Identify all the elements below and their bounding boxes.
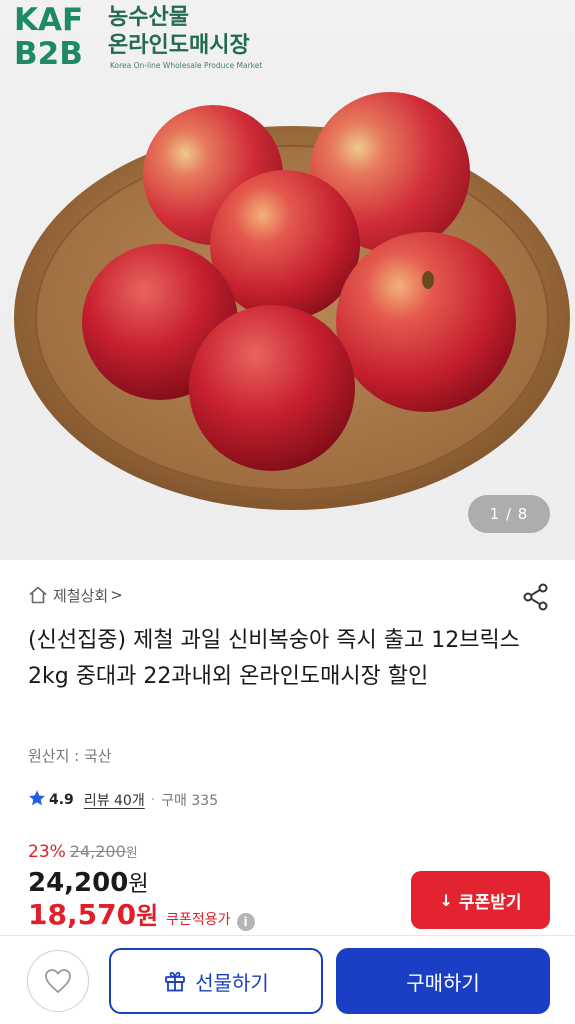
- get-coupon-button[interactable]: ↓ 쿠폰받기: [411, 871, 550, 929]
- buy-button[interactable]: 구매하기: [336, 948, 550, 1014]
- coupon-applied-label: 쿠폰적용가: [166, 912, 231, 928]
- download-icon: ↓: [439, 890, 453, 910]
- coupon-price-unit: 원: [136, 902, 159, 930]
- logo-brand-line2: B2B: [14, 36, 83, 72]
- coupon-price: 18,570원: [28, 896, 158, 931]
- product-title: (신선집중) 제철 과일 신비복숭아 즉시 출고 12브릭스 2kg 중대과 2…: [28, 628, 520, 689]
- gift-button[interactable]: 선물하기: [109, 948, 323, 1014]
- info-icon[interactable]: i: [236, 913, 255, 931]
- logo-english: Korea On-line Wholesale Produce Market: [110, 61, 263, 70]
- gift-icon: [165, 971, 186, 992]
- store-name: 제철상회: [53, 586, 109, 605]
- get-coupon-label: 쿠폰받기: [458, 892, 522, 913]
- image-counter-badge: 1 / 8: [468, 495, 550, 533]
- home-icon: [28, 585, 48, 605]
- bottom-action-bar: 선물하기 구매하기: [0, 935, 575, 1024]
- gift-button-label: 선물하기: [195, 970, 269, 995]
- logo-korean-line1: 농수산물: [108, 5, 189, 30]
- logo-korean-line2: 온라인도매시장: [108, 33, 250, 58]
- review-count-link[interactable]: 리뷰 40개: [84, 790, 145, 810]
- coupon-price-value: 18,570: [28, 898, 137, 931]
- sale-price-unit: 원: [128, 872, 149, 897]
- original-price-unit: 원: [125, 846, 138, 861]
- share-icon: [523, 583, 548, 611]
- discount-row: 23% 24,200 원: [28, 842, 138, 862]
- wishlist-button[interactable]: [27, 950, 89, 1012]
- separator-dot: ·: [150, 792, 156, 808]
- heart-icon: [45, 969, 71, 993]
- share-button[interactable]: [520, 581, 552, 613]
- purchase-count: 구매 335: [161, 793, 219, 809]
- coupon-price-row: 18,570원 쿠폰적용가 i: [28, 896, 255, 931]
- product-photo: [14, 92, 570, 510]
- product-origin: 원산지 : 국산: [28, 747, 112, 765]
- original-price: 24,200: [69, 842, 126, 861]
- chevron-right-icon: >: [110, 586, 123, 604]
- kaf-b2b-logo: KAF B2B 농수산물 온라인도매시장 Korea On-line Whole…: [14, 4, 284, 74]
- sale-price: 24,200원: [28, 866, 149, 898]
- store-link[interactable]: 제철상회 >: [28, 583, 123, 607]
- product-image-gallery[interactable]: KAF B2B 농수산물 온라인도매시장 Korea On-line Whole…: [0, 0, 575, 560]
- logo-brand-line1: KAF: [14, 2, 84, 38]
- sale-price-value: 24,200: [28, 868, 129, 898]
- rating-row: 4.9 리뷰 40개 · 구매 335: [28, 789, 218, 811]
- rating-score: 4.9: [49, 792, 74, 808]
- star-icon: [28, 789, 46, 811]
- buy-button-label: 구매하기: [406, 970, 480, 995]
- discount-rate: 23%: [28, 842, 66, 862]
